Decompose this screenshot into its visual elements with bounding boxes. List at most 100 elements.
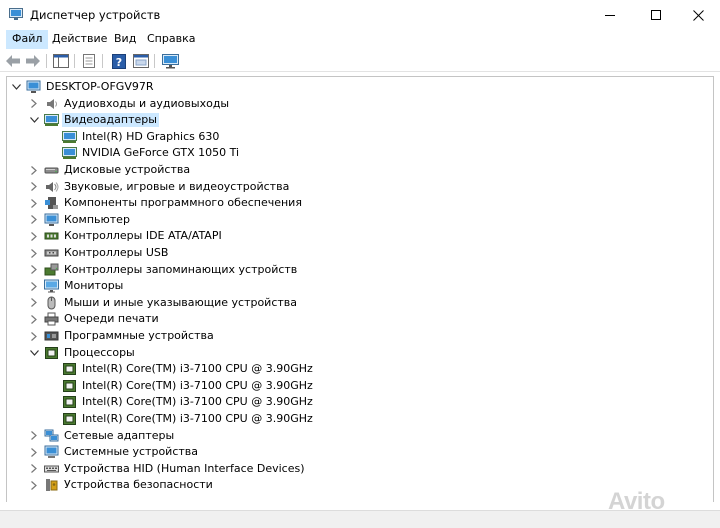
scan-hardware-button[interactable] <box>161 52 179 70</box>
back-button[interactable] <box>4 52 22 70</box>
tree-expander[interactable] <box>29 447 39 457</box>
computer-icon <box>44 213 59 227</box>
minimize-icon <box>605 15 615 16</box>
arrow-right-icon <box>26 55 40 67</box>
tree-device[interactable]: Intel(R) Core(TM) i3-7100 CPU @ 3.90GHz <box>7 378 707 394</box>
tree-expander[interactable] <box>29 348 39 358</box>
display-adapter-icon <box>62 130 77 144</box>
tree-root-computer[interactable]: DESKTOP-OFGV97R <box>7 79 707 95</box>
toolbar-separator <box>154 54 155 68</box>
tree-expander[interactable] <box>29 215 39 225</box>
tree-category[interactable]: Устройства безопасности <box>7 477 707 493</box>
show-hide-tree-button[interactable] <box>52 52 70 70</box>
tree-item-label: Компоненты программного обеспечения <box>64 196 302 210</box>
tree-category[interactable]: Очереди печати <box>7 311 707 327</box>
tree-device[interactable]: Intel(R) Core(TM) i3-7100 CPU @ 3.90GHz <box>7 411 707 427</box>
tree-expander[interactable] <box>29 298 39 308</box>
menu-bar: Файл Действие Вид Справка <box>0 30 720 49</box>
chevron-right-icon <box>31 314 37 324</box>
tree-expander[interactable] <box>29 231 39 241</box>
menu-help[interactable]: Справка <box>141 30 201 49</box>
tree-item-label: Видеоадаптеры <box>62 113 159 128</box>
tree-expander[interactable] <box>29 198 39 208</box>
tree-item-label: Intel(R) Core(TM) i3-7100 CPU @ 3.90GHz <box>82 362 313 376</box>
tree-expander[interactable] <box>29 480 39 490</box>
tree-category[interactable]: Процессоры <box>7 345 707 361</box>
software-device-icon <box>44 329 59 343</box>
menu-view[interactable]: Вид <box>108 30 142 49</box>
chevron-right-icon <box>31 331 37 341</box>
action-pane-icon <box>133 54 149 68</box>
forward-button[interactable] <box>24 52 42 70</box>
tree-device[interactable]: Intel(R) Core(TM) i3-7100 CPU @ 3.90GHz <box>7 394 707 410</box>
tree-expander[interactable] <box>29 99 39 109</box>
chevron-right-icon <box>31 198 37 208</box>
tree-item-label: Сетевые адаптеры <box>64 428 175 442</box>
tree-item-label: Мониторы <box>64 279 124 293</box>
tree-device[interactable]: Intel(R) HD Graphics 630 <box>7 129 707 145</box>
tree-item-label: Intel(R) HD Graphics 630 <box>82 129 220 143</box>
tree-expander[interactable] <box>29 182 39 192</box>
tree-category[interactable]: Контроллеры USB <box>7 245 707 261</box>
tree-category[interactable]: Компоненты программного обеспечения <box>7 195 707 211</box>
menu-file[interactable]: Файл <box>6 30 49 49</box>
tree-expander[interactable] <box>29 314 39 324</box>
chevron-down-icon <box>11 84 21 90</box>
tree-item-label: Компьютер <box>64 212 130 226</box>
minimize-button[interactable] <box>588 0 632 30</box>
tree-category[interactable]: Системные устройства <box>7 444 707 460</box>
tree-category[interactable]: Дисковые устройства <box>7 162 707 178</box>
tree-expander[interactable] <box>11 82 21 92</box>
tree-device[interactable]: Intel(R) Core(TM) i3-7100 CPU @ 3.90GHz <box>7 361 707 377</box>
tree-item-label: Intel(R) Core(TM) i3-7100 CPU @ 3.90GHz <box>82 395 313 409</box>
tree-category[interactable]: Мониторы <box>7 278 707 294</box>
tree-device[interactable]: NVIDIA GeForce GTX 1050 Ti <box>7 145 707 161</box>
tree-expander[interactable] <box>29 248 39 258</box>
tree-expander[interactable] <box>29 115 39 125</box>
maximize-button[interactable] <box>634 0 678 30</box>
display-adapter-icon <box>62 146 77 160</box>
tree-category[interactable]: Программные устройства <box>7 328 707 344</box>
properties-button[interactable] <box>80 52 98 70</box>
chevron-right-icon <box>31 265 37 275</box>
action-pane-button[interactable] <box>132 52 150 70</box>
close-button[interactable] <box>676 0 720 30</box>
chevron-right-icon <box>31 431 37 441</box>
printer-icon <box>44 312 59 326</box>
tree-item-label: Intel(R) Core(TM) i3-7100 CPU @ 3.90GHz <box>82 378 313 392</box>
sound-icon <box>44 180 59 194</box>
tree-category[interactable]: Аудиовходы и аудиовыходы <box>7 96 707 112</box>
tree-expander[interactable] <box>29 281 39 291</box>
help-button[interactable]: ? <box>110 52 128 70</box>
tree-expander[interactable] <box>29 265 39 275</box>
tree-category[interactable]: Контроллеры запоминающих устройств <box>7 262 707 278</box>
close-icon <box>692 9 704 21</box>
tree-category[interactable]: Звуковые, игровые и видеоустройства <box>7 179 707 195</box>
processor-icon <box>62 395 77 409</box>
speaker-icon <box>44 97 59 111</box>
computer-icon <box>26 80 41 94</box>
tree-item-label: Звуковые, игровые и видеоустройства <box>64 179 290 193</box>
monitor-icon <box>44 279 59 293</box>
tree-item-label: Контроллеры IDE ATA/ATAPI <box>64 229 222 243</box>
tree-expander[interactable] <box>29 464 39 474</box>
menu-action[interactable]: Действие <box>46 30 113 49</box>
tree-expander[interactable] <box>29 331 39 341</box>
watermark-text: Avito <box>608 488 665 515</box>
tree-category[interactable]: Мыши и иные указывающие устройства <box>7 295 707 311</box>
tree-expander[interactable] <box>29 165 39 175</box>
tree-category[interactable]: Устройства HID (Human Interface Devices) <box>7 461 707 477</box>
tree-item-label: Intel(R) Core(TM) i3-7100 CPU @ 3.90GHz <box>82 412 313 425</box>
chevron-right-icon <box>31 281 37 291</box>
tree-category[interactable]: Контроллеры IDE ATA/ATAPI <box>7 228 707 244</box>
tree-item-label: DESKTOP-OFGV97R <box>46 80 154 93</box>
ide-controller-icon <box>44 229 59 243</box>
tree-category[interactable]: Сетевые адаптеры <box>7 428 707 444</box>
tree-category[interactable]: Видеоадаптеры <box>7 112 707 128</box>
tree-item-label: Аудиовходы и аудиовыходы <box>64 96 230 110</box>
security-device-icon <box>44 478 59 492</box>
tree-expander[interactable] <box>29 431 39 441</box>
tree-category[interactable]: Компьютер <box>7 212 707 228</box>
processor-icon <box>62 379 77 393</box>
tree-pane-icon <box>53 54 69 68</box>
